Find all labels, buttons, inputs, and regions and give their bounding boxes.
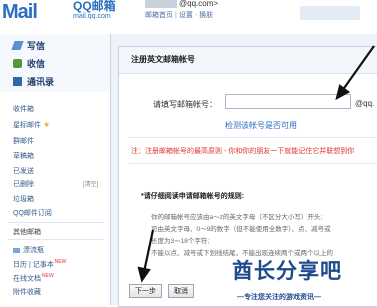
header-blurred-area: [300, 6, 360, 20]
sidebar-item-attachments[interactable]: 附件收藏: [13, 287, 41, 297]
sidebar-item-subscriptions[interactable]: QQ邮件订阅: [13, 208, 52, 218]
user-email: @qq.com>: [145, 0, 218, 8]
divider: [129, 163, 377, 164]
sidebar-item-drift-bottle[interactable]: 漂流瓶: [13, 245, 44, 255]
check-availability-link[interactable]: 检测该帐号是否可用: [225, 120, 297, 131]
compose-button[interactable]: 写信: [11, 38, 45, 52]
logo-cn: QQ邮箱: [73, 0, 116, 13]
sidebar-item-starred[interactable]: 星标邮件 ★: [13, 120, 50, 130]
sidebar-item-other-mailbox[interactable]: 其他邮箱: [13, 227, 41, 237]
contacts-icon: [13, 76, 22, 86]
logo-domain: mail.qq.com: [73, 13, 111, 20]
inbox-icon: [13, 58, 22, 68]
link-settings[interactable]: 设置: [179, 12, 193, 19]
sidebar-divider: [8, 239, 104, 240]
logo-subtitle: QQ邮箱 mail.qq.com: [73, 0, 116, 21]
page-title: 注册英文邮箱帐号: [119, 47, 377, 74]
rule-item: 你的邮箱帐号应该由a～z的英文字母（不区分大小写）开头;: [151, 214, 323, 221]
bottle-icon: [13, 247, 20, 253]
link-skin[interactable]: 换肤: [199, 12, 213, 19]
next-button[interactable]: 下一步: [129, 284, 162, 298]
header-links: 邮箱首页 | 设置 - 换肤: [145, 12, 214, 19]
naming-principle-note: 注：注册邮箱帐号的最高原则 - 你和你的朋友一下就能记住它并联想到你: [131, 148, 355, 155]
divider: [129, 137, 377, 138]
new-badge: NEW: [54, 259, 67, 265]
redacted-username: [145, 0, 177, 8]
sidebar-item-inbox[interactable]: 收件箱: [13, 104, 34, 114]
sidebar-item-deleted[interactable]: 已删除: [13, 179, 34, 189]
inbox-button[interactable]: 收信: [13, 56, 45, 70]
header: Mail QQ邮箱 mail.qq.com @qq.com> 邮箱首页 | 设置 - 换…: [0, 0, 377, 34]
watermark-title: 酋长分享吧: [232, 260, 342, 283]
sidebar-nav: 写信 收信 通讯录: [0, 34, 110, 92]
sidebar-item-sent[interactable]: 已发送: [13, 166, 34, 176]
watermark-subtitle: —专注您关注的游戏资讯—: [237, 294, 321, 301]
star-icon: ★: [43, 120, 51, 129]
clean-button[interactable]: [清空]: [83, 179, 98, 188]
contacts-button[interactable]: 通讯录: [13, 74, 54, 88]
sidebar-item-drafts[interactable]: 草稿箱: [13, 151, 34, 161]
pencil-icon: [11, 40, 24, 50]
cancel-button[interactable]: 取消: [168, 284, 194, 298]
logo-text: Mail: [2, 0, 38, 23]
link-home[interactable]: 邮箱首页: [145, 12, 173, 19]
sidebar-divider: [8, 222, 104, 223]
rules-title: *请仔细阅读申请邮箱帐号的规则:: [141, 193, 245, 200]
sidebar-item-spam[interactable]: 垃圾箱: [13, 194, 34, 204]
domain-suffix: @qq.: [355, 99, 375, 108]
account-field-label: 请填写邮箱帐号：: [153, 100, 217, 109]
account-input[interactable]: [225, 94, 351, 109]
rule-item: 长度为3～18个字符;: [151, 238, 210, 245]
sidebar-item-group-mail[interactable]: 群邮件: [13, 136, 34, 146]
sidebar: 写信 收信 通讯录 收件箱 星标邮件 ★ 群邮件 草稿箱 已发送 已删除 [清空]…: [0, 34, 111, 305]
sidebar-item-calendar[interactable]: 日历 | 记事本NEW: [13, 259, 66, 269]
qq-mail-logo[interactable]: Mail: [2, 0, 38, 23]
rule-item: 可由英文字母、0～9的数字（但不能使用全数字）、点、减号或: [151, 226, 331, 233]
sidebar-item-online-docs[interactable]: 在线文档NEW: [13, 273, 54, 283]
new-badge: NEW: [42, 273, 54, 279]
